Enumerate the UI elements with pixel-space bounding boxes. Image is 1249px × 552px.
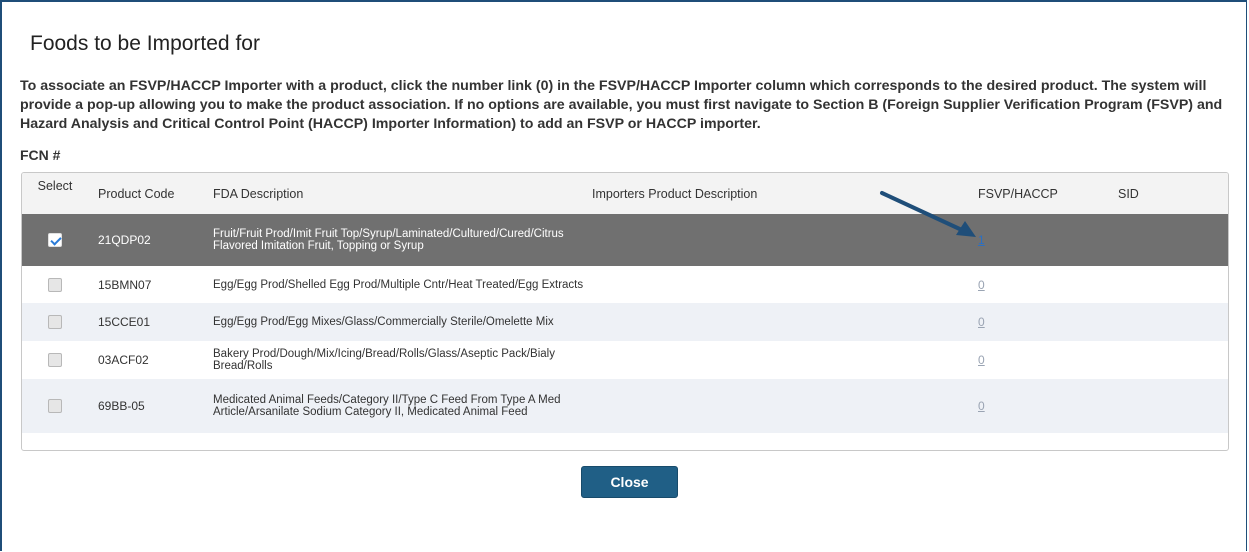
fsvp-haccp-cell: 1 xyxy=(978,214,1112,266)
header-product-code[interactable]: Product Code xyxy=(88,173,206,214)
header-fda-description[interactable]: FDA Description xyxy=(206,173,592,214)
product-code-cell: 15CCE01 xyxy=(98,315,151,329)
row-select-checkbox[interactable] xyxy=(48,353,62,368)
sid-cell xyxy=(1112,214,1228,266)
fsvp-haccp-cell: 0 xyxy=(978,379,1112,433)
fsvp-haccp-count-link[interactable]: 0 xyxy=(978,315,985,329)
product-code-cell: 15BMN07 xyxy=(98,277,152,292)
close-button[interactable]: Close xyxy=(581,466,678,498)
table-row[interactable]: 21QDP02 Fruit/Fruit Prod/Imit Fruit Top/… xyxy=(22,214,1228,266)
header-select: Select xyxy=(37,179,73,193)
header-importers-description[interactable]: Importers Product Description xyxy=(592,173,978,214)
importers-description-cell xyxy=(592,214,978,266)
fsvp-haccp-count-link[interactable]: 1 xyxy=(978,233,985,247)
importers-description-cell xyxy=(592,303,978,341)
instructions-text: To associate an FSVP/HACCP Importer with… xyxy=(20,78,1223,132)
sid-cell xyxy=(1112,379,1228,433)
fsvp-haccp-count-link[interactable]: 0 xyxy=(978,399,985,413)
sid-cell xyxy=(1112,266,1228,303)
importers-description-cell xyxy=(592,341,978,379)
table-row[interactable]: 15BMN07 Egg/Egg Prod/Shelled Egg Prod/Mu… xyxy=(22,266,1228,303)
importers-description-cell xyxy=(592,266,978,303)
row-select-checkbox[interactable] xyxy=(48,399,62,414)
row-select-checkbox[interactable] xyxy=(48,315,62,330)
fsvp-haccp-cell: 0 xyxy=(978,266,1112,303)
product-code-cell: 21QDP02 xyxy=(98,233,151,247)
fsvp-haccp-cell: 0 xyxy=(978,303,1112,341)
product-code-cell: 69BB-05 xyxy=(98,399,145,413)
sid-cell xyxy=(1112,341,1228,379)
products-table: Select Product Code FDA Description Impo… xyxy=(21,172,1229,451)
select-cell xyxy=(22,379,88,433)
table-row[interactable]: 15CCE01 Egg/Egg Prod/Egg Mixes/Glass/Com… xyxy=(22,303,1228,341)
header-fsvp-haccp[interactable]: FSVP/HACCP xyxy=(978,173,1112,214)
select-cell xyxy=(22,303,88,341)
fda-description-cell: Bakery Prod/Dough/Mix/Icing/Bread/Rolls/… xyxy=(213,348,555,372)
foods-import-dialog: Foods to be Imported for To associate an… xyxy=(0,0,1247,551)
fsvp-haccp-cell: 0 xyxy=(978,341,1112,379)
row-select-checkbox[interactable] xyxy=(48,277,62,292)
select-cell xyxy=(22,341,88,379)
fda-description-cell: Egg/Egg Prod/Egg Mixes/Glass/Commerciall… xyxy=(213,316,554,328)
fda-description-cell: Egg/Egg Prod/Shelled Egg Prod/Multiple C… xyxy=(213,278,584,291)
fsvp-haccp-count-link[interactable]: 0 xyxy=(978,278,985,292)
fsvp-haccp-count-link[interactable]: 0 xyxy=(978,353,985,367)
table-header-row: Select Product Code FDA Description Impo… xyxy=(22,173,1228,214)
sid-cell xyxy=(1112,303,1228,341)
fcn-label: FCN # xyxy=(20,147,61,163)
dialog-title: Foods to be Imported for xyxy=(30,32,260,55)
row-select-checkbox[interactable] xyxy=(48,233,62,248)
importers-description-cell xyxy=(592,379,978,433)
header-sid[interactable]: SID xyxy=(1112,173,1228,214)
fda-description-cell: Medicated Animal Feeds/Category II/Type … xyxy=(213,394,561,418)
table-row[interactable]: 69BB-05 Medicated Animal Feeds/Category … xyxy=(22,379,1228,433)
table-row[interactable]: 03ACF02 Bakery Prod/Dough/Mix/Icing/Brea… xyxy=(22,341,1228,379)
select-cell xyxy=(22,266,88,303)
product-code-cell: 03ACF02 xyxy=(98,353,149,367)
fda-description-cell: Fruit/Fruit Prod/Imit Fruit Top/Syrup/La… xyxy=(213,228,564,252)
select-cell xyxy=(22,214,88,266)
